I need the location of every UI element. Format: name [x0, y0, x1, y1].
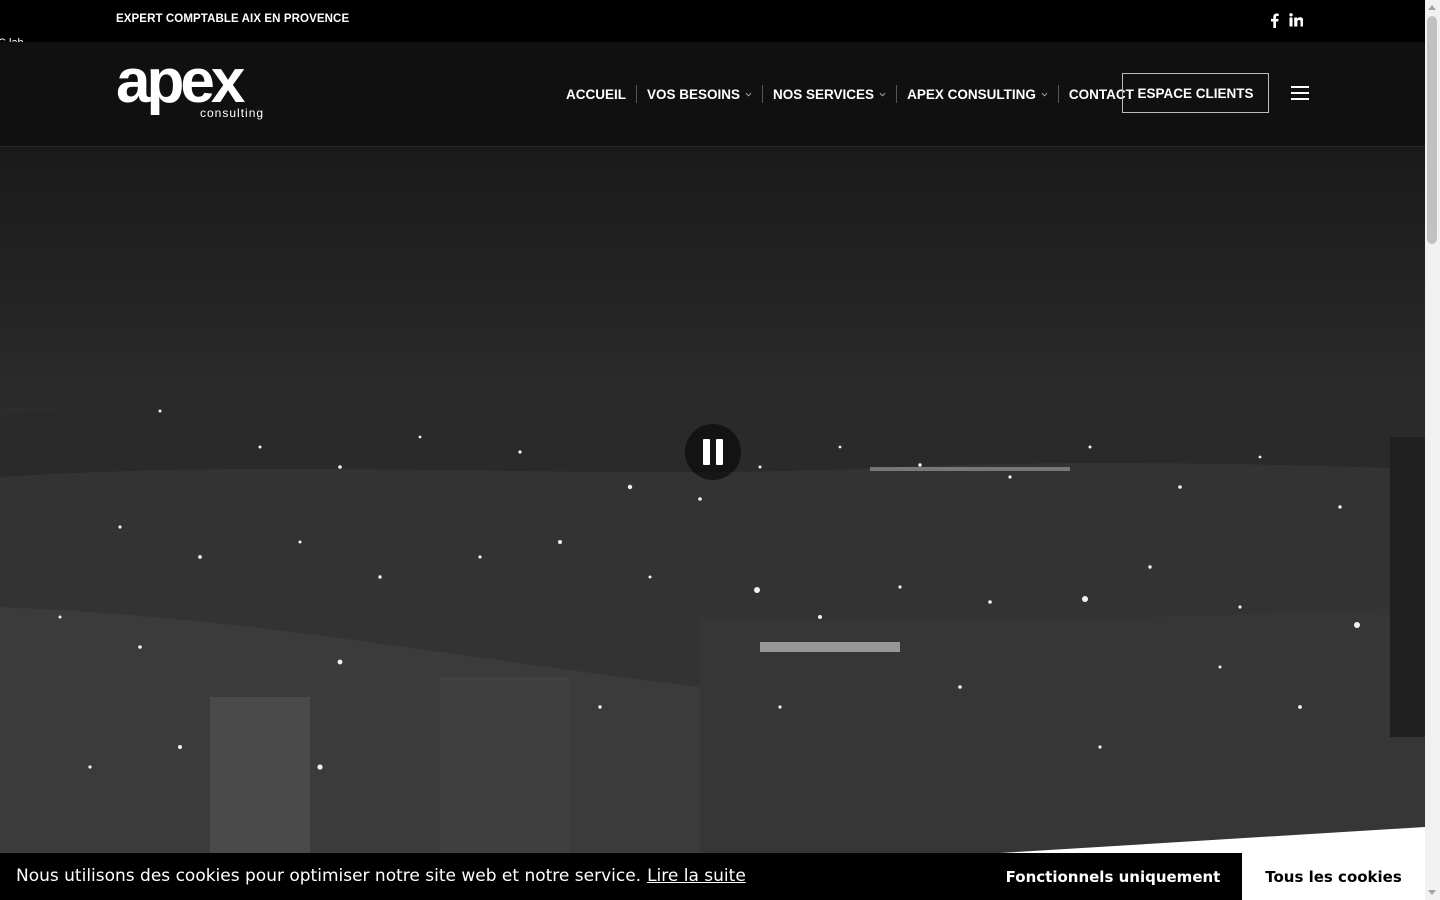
nav-item-label: ACCUEIL — [566, 86, 626, 102]
nav-item-vos-besoins[interactable]: VOS BESOINS — [636, 85, 762, 103]
main-nav: ACCUEIL VOS BESOINS NOS SERVICES APEX CO… — [566, 84, 1144, 104]
nav-item-label: NOS SERVICES — [773, 86, 875, 102]
accept-all-cookies-button[interactable]: Tous les cookies — [1242, 853, 1425, 900]
nav-item-accueil[interactable]: ACCUEIL — [566, 85, 636, 103]
espace-clients-button[interactable]: ESPACE CLIENTS — [1122, 73, 1269, 113]
cookie-read-more-link[interactable]: Lire la suite — [647, 866, 746, 886]
site-header: apex consulting ACCUEIL VOS BESOINS NOS … — [0, 42, 1425, 147]
nav-item-nos-services[interactable]: NOS SERVICES — [762, 85, 896, 103]
hamburger-icon[interactable] — [1291, 86, 1309, 102]
nav-item-label: APEX CONSULTING — [907, 86, 1036, 102]
chevron-down-icon — [1041, 92, 1048, 97]
topbar-tagline: EXPERT COMPTABLE AIX EN PROVENCE — [116, 13, 350, 25]
linkedin-icon[interactable] — [1288, 12, 1304, 28]
cookie-message-wrapper: Nous utilisons des cookies pour optimise… — [16, 866, 746, 886]
chevron-down-icon — [879, 92, 886, 97]
chevron-down-icon — [745, 92, 752, 97]
top-bar: EXPERT COMPTABLE AIX EN PROVENCE — [0, 0, 1425, 42]
nav-item-apex-consulting[interactable]: APEX CONSULTING — [896, 85, 1058, 103]
logo-subtitle: consulting — [200, 106, 265, 120]
scroll-up-arrow-icon[interactable] — [1428, 5, 1436, 10]
scroll-down-arrow-icon[interactable] — [1428, 890, 1436, 895]
city-night-background — [0, 147, 1425, 853]
scrollbar-thumb[interactable] — [1427, 16, 1437, 244]
hero-video — [0, 147, 1425, 853]
cookie-message: Nous utilisons des cookies pour optimise… — [16, 866, 642, 886]
facebook-icon[interactable] — [1266, 12, 1282, 28]
site-logo[interactable]: apex consulting — [116, 47, 268, 126]
cookie-banner: Nous utilisons des cookies pour optimise… — [0, 853, 1425, 900]
functional-cookies-button[interactable]: Fonctionnels uniquement — [990, 853, 1236, 900]
pause-icon[interactable] — [685, 424, 741, 480]
nav-item-label: VOS BESOINS — [647, 86, 741, 102]
scrollbar[interactable] — [1425, 0, 1440, 900]
